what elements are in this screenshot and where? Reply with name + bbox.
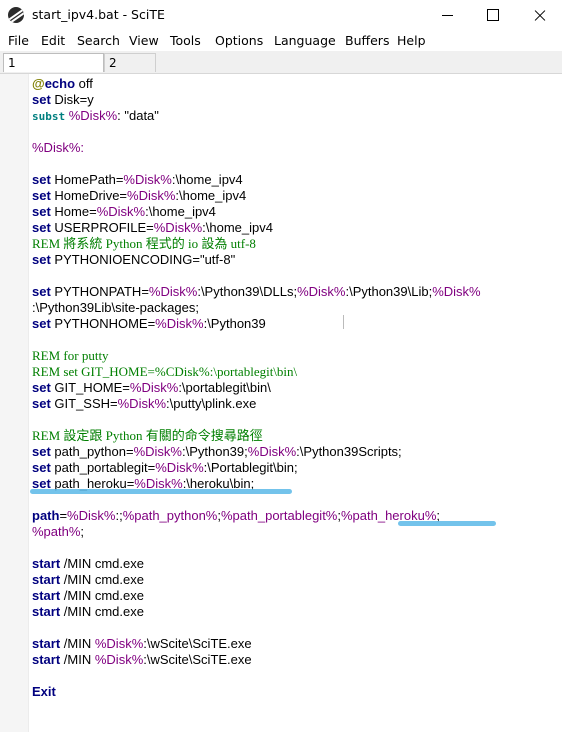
- code-line-16: set PYTHONHOME=%Disk%:\Python39: [32, 316, 266, 331]
- code-line-14: set PYTHONPATH=%Disk%:\Python39\DLLs;%Di…: [32, 284, 481, 299]
- buffer-tab-bar: 1 start_ipv4.bat 2 config: [0, 51, 562, 88]
- menu-options[interactable]: Options: [215, 33, 263, 48]
- text-cursor: [343, 315, 344, 329]
- menu-file[interactable]: File: [8, 33, 29, 48]
- menu-view[interactable]: View: [129, 33, 159, 48]
- code-editor[interactable]: @echo off set Disk=y subst %Disk%: "data…: [0, 74, 562, 732]
- code-line-9: set Home=%Disk%:\home_ipv4: [32, 204, 216, 219]
- menu-bar: File Edit Search View Tools Options Lang…: [0, 31, 562, 51]
- minimize-button[interactable]: [424, 0, 470, 31]
- code-line-34: start /MIN cmd.exe: [32, 604, 144, 619]
- maximize-icon: [487, 9, 499, 21]
- code-line-39: Exit: [32, 684, 56, 699]
- tab-start-ipv4-bat[interactable]: 1 start_ipv4.bat: [3, 53, 104, 88]
- highlight-underline-path-heroku-ref: [398, 521, 496, 526]
- code-line-20: set GIT_HOME=%Disk%:\portablegit\bin\: [32, 380, 271, 395]
- title-bar: start_ipv4.bat - SciTE: [0, 0, 562, 31]
- code-line-23: REM 設定跟 Python 有關的命令搜尋路徑: [32, 428, 263, 443]
- menu-buffers[interactable]: Buffers: [345, 33, 389, 48]
- code-line-10: set USERPROFILE=%Disk%:\home_ipv4: [32, 220, 273, 235]
- code-line-25: set path_portablegit=%Disk%:\Portablegit…: [32, 460, 298, 475]
- code-line-1: @echo off: [32, 76, 93, 91]
- menu-tools[interactable]: Tools: [170, 33, 201, 48]
- code-line-8: set HomeDrive=%Disk%:\home_ipv4: [32, 188, 247, 203]
- code-line-28: path=%Disk%:;%path_python%;%path_portabl…: [32, 508, 441, 523]
- code-line-32: start /MIN cmd.exe: [32, 572, 144, 587]
- code-line-7: set HomePath=%Disk%:\home_ipv4: [32, 172, 243, 187]
- code-line-15: :\Python39Lib\site-packages;: [32, 300, 199, 315]
- code-line-5: %Disk%:: [32, 140, 85, 155]
- code-line-24: set path_python=%Disk%:\Python39;%Disk%:…: [32, 444, 402, 459]
- code-line-33: start /MIN cmd.exe: [32, 588, 144, 603]
- code-line-36: start /MIN %Disk%:\wScite\SciTE.exe: [32, 636, 252, 651]
- menu-help[interactable]: Help: [397, 33, 426, 48]
- close-button[interactable]: [516, 0, 562, 31]
- highlight-underline-path-heroku-set: [30, 489, 292, 494]
- code-line-29: %path%;: [32, 524, 85, 539]
- menu-language[interactable]: Language: [274, 33, 336, 48]
- code-line-2: set Disk=y: [32, 92, 94, 107]
- code-line-3: subst %Disk%: "data": [32, 108, 159, 123]
- menu-search[interactable]: Search: [77, 33, 120, 48]
- code-line-19: REM set GIT_HOME=%CDisk%:\portablegit\bi…: [32, 364, 298, 379]
- maximize-button[interactable]: [470, 0, 516, 31]
- code-line-37: start /MIN %Disk%:\wScite\SciTE.exe: [32, 652, 252, 667]
- code-line-31: start /MIN cmd.exe: [32, 556, 144, 571]
- code-line-11: REM 將系統 Python 程式的 io 設為 utf-8: [32, 236, 256, 251]
- margin-gutter: [0, 74, 29, 732]
- window-title: start_ipv4.bat - SciTE: [32, 7, 165, 22]
- tab-config[interactable]: 2 config: [104, 53, 156, 88]
- code-line-21: set GIT_SSH=%Disk%:\putty\plink.exe: [32, 396, 257, 411]
- code-line-18: REM for putty: [32, 348, 109, 363]
- minimize-icon: [442, 15, 453, 16]
- code-line-12: set PYTHONIOENCODING="utf-8": [32, 252, 236, 267]
- scite-app-icon[interactable]: [8, 7, 24, 23]
- menu-edit[interactable]: Edit: [41, 33, 65, 48]
